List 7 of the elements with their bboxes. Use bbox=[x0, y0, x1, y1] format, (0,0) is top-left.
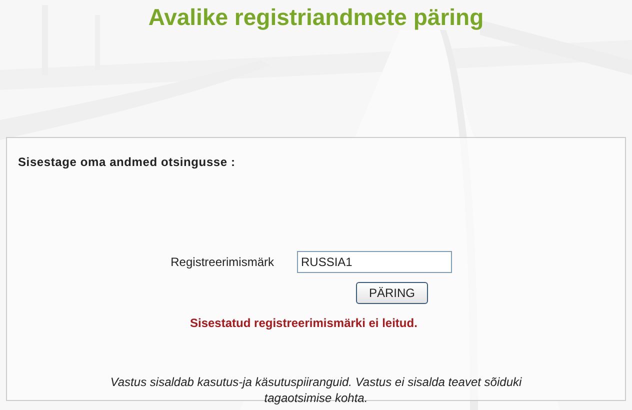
notice-text: Vastus sisaldab kasutus-ja käsutuspiiranguid. Vastus ei sisalda teavet sõiduki tagaotsimise kohta. bbox=[109, 374, 523, 406]
registration-input[interactable]: RUSSIA1 bbox=[297, 251, 452, 273]
field-label: Registreerimismärk bbox=[170, 254, 275, 271]
page-title: Avalike registriandmete päring bbox=[148, 3, 484, 31]
error-message: Sisestatud registreerimismärki ei leitud. bbox=[190, 315, 418, 332]
search-button[interactable]: PÄRING bbox=[356, 282, 428, 304]
form-heading: Sisestage oma andmed otsingusse : bbox=[18, 154, 236, 171]
